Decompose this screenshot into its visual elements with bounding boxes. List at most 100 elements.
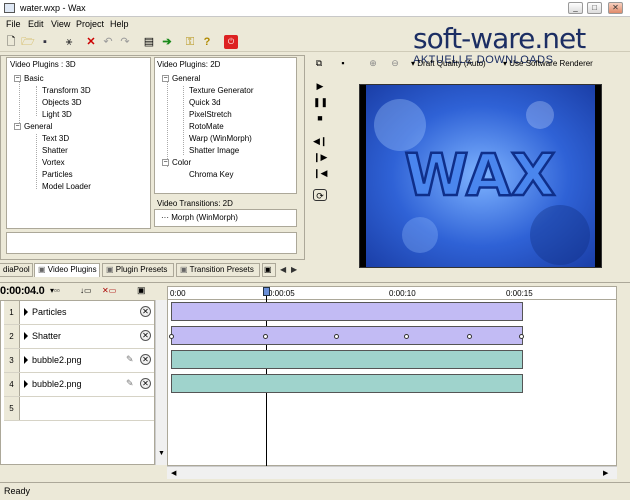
renderer-dropdown[interactable]: ▾ Use Software Renderer (503, 59, 593, 68)
zoom-in-icon[interactable]: ⊕ (367, 57, 379, 69)
key-icon[interactable]: ⚿ (183, 35, 197, 49)
tree-group-color[interactable]: − Color (162, 157, 191, 169)
scroll-left-icon[interactable]: ◀ (171, 469, 176, 477)
collapse-icon[interactable]: − (162, 159, 169, 167)
menu-project[interactable]: Project (76, 19, 104, 29)
track-row[interactable]: 2 Shatter ✕ (4, 325, 154, 349)
tree-item[interactable]: PixelStretch (189, 109, 232, 121)
clip-shatter[interactable] (169, 326, 524, 345)
tree-item[interactable]: Model Loader (42, 181, 91, 193)
tree-group-general-2d[interactable]: − General (162, 73, 200, 85)
maximize-button[interactable]: □ (587, 2, 602, 14)
keyframe[interactable] (263, 334, 268, 339)
collapse-icon[interactable]: − (162, 75, 169, 83)
tree-item[interactable]: RotoMate (189, 121, 224, 133)
tree-item[interactable]: Light 3D (42, 109, 72, 121)
tab-more-icon[interactable]: ▣ (262, 263, 276, 277)
track-row[interactable]: 5 (4, 397, 154, 421)
timeline-horizontal-scrollbar[interactable]: ◀ ▶ (167, 466, 617, 479)
remove-track-x-icon[interactable]: ✕ (140, 330, 151, 341)
tree-item[interactable]: Texture Generator (189, 85, 253, 97)
tab-scroll-right-icon[interactable]: ▶ (291, 265, 297, 274)
expand-arrow-icon[interactable] (24, 332, 28, 340)
quality-dropdown[interactable]: ▾ Draft Quality (Auto) (411, 59, 486, 68)
tree-item[interactable]: Vortex (42, 157, 65, 169)
delete-icon[interactable]: ✕ (84, 35, 98, 49)
expand-arrow-icon[interactable] (24, 308, 28, 316)
collapse-icon[interactable]: − (14, 123, 21, 131)
keyframe[interactable] (519, 334, 524, 339)
scroll-down-icon[interactable]: ▼ (158, 450, 165, 457)
tree-item[interactable]: Shatter (42, 145, 68, 157)
tree-item[interactable]: Chroma Key (189, 169, 233, 181)
tree-item[interactable]: Quick 3d (189, 97, 221, 109)
tree-item[interactable]: Warp (WinMorph) (189, 133, 252, 145)
step-back-icon[interactable]: ◀❙ (313, 135, 327, 147)
tree-item[interactable]: Objects 3D (42, 97, 82, 109)
clip-bubble2-b[interactable] (171, 374, 523, 393)
remove-track-icon[interactable]: ✕▭ (102, 286, 116, 295)
tree-item[interactable]: Shatter Image (189, 145, 239, 157)
tab-scroll-left-icon[interactable]: ◀ (280, 265, 286, 274)
track-row[interactable]: 4 bubble2.png ✎ ✕ (4, 373, 154, 397)
tree-item[interactable]: Text 3D (42, 133, 69, 145)
remove-track-x-icon[interactable]: ✕ (140, 354, 151, 365)
track-options-icon[interactable]: ▣ (137, 285, 146, 296)
save-icon[interactable]: ▪ (38, 35, 52, 49)
menu-help[interactable]: Help (110, 19, 129, 29)
pause-icon[interactable]: ❚❚ (313, 96, 328, 108)
tree-group-general[interactable]: − General (14, 121, 52, 133)
menu-edit[interactable]: Edit (28, 19, 44, 29)
remove-track-x-icon[interactable]: ✕ (140, 378, 151, 389)
add-track-icon[interactable]: ↓▭ (80, 286, 92, 295)
collapse-icon[interactable]: − (14, 75, 21, 83)
new-file-icon[interactable]: 🗋 (4, 35, 18, 49)
menu-file[interactable]: File (6, 19, 21, 29)
keyframe[interactable] (334, 334, 339, 339)
stop-icon[interactable]: ⏻ (224, 35, 238, 49)
edit-image-icon[interactable]: ✎ (126, 378, 134, 389)
loop-icon[interactable]: ⟳ (313, 189, 327, 201)
zoom-out-icon[interactable]: ⊖ (389, 57, 401, 69)
track-row[interactable]: 1 Particles ✕ (4, 301, 154, 325)
tree-item[interactable]: Particles (42, 169, 73, 181)
redo-icon[interactable]: ↷ (118, 35, 132, 49)
undo-icon[interactable]: ↶ (101, 35, 115, 49)
tab-video-plugins[interactable]: ▣ Video Plugins (34, 263, 100, 277)
play-icon[interactable]: ▶ (313, 80, 327, 92)
tab-transition-presets[interactable]: ▣ Transition Presets (176, 263, 260, 277)
expand-arrow-icon[interactable] (24, 356, 28, 364)
scroll-right-icon[interactable]: ▶ (603, 469, 608, 477)
tab-plugin-presets[interactable]: ▣ Plugin Presets (102, 263, 174, 277)
properties-icon[interactable]: ▤ (142, 35, 156, 49)
open-folder-icon[interactable]: 🗁 (21, 35, 35, 49)
expand-arrow-icon[interactable] (24, 380, 28, 388)
keyframe[interactable] (404, 334, 409, 339)
help-icon[interactable]: ? (200, 35, 214, 49)
tree-group-basic[interactable]: − Basic (14, 73, 44, 85)
wand-icon[interactable]: ⚹ (62, 35, 76, 49)
time-format-dropdown[interactable]: ▾▫▫ (50, 286, 60, 295)
export-arrow-icon[interactable]: ➔ (160, 35, 174, 49)
stop-icon[interactable]: ■ (313, 112, 327, 124)
remove-track-x-icon[interactable]: ✕ (140, 306, 151, 317)
clip-bubble2-a[interactable] (171, 350, 523, 369)
time-ruler[interactable]: 0:00 0:00:05 0:00:10 0:00:15 (168, 287, 616, 300)
tree-item[interactable]: ··· Morph (WinMorph) (161, 212, 238, 224)
timeline-vertical-scrollbar[interactable]: ▼ (155, 300, 167, 465)
clip-particles[interactable] (171, 302, 523, 321)
go-to-start-icon[interactable]: ❙◀ (313, 167, 327, 179)
keyframe[interactable] (467, 334, 472, 339)
copy-frame-icon[interactable]: ⧉ (313, 57, 325, 69)
menu-view[interactable]: View (51, 19, 70, 29)
track-row[interactable]: 3 bubble2.png ✎ ✕ (4, 349, 154, 373)
keyframe[interactable] (169, 334, 174, 339)
edit-image-icon[interactable]: ✎ (126, 354, 134, 365)
tab-mediapool[interactable]: diaPool (0, 263, 33, 277)
tree-item[interactable]: Transform 3D (42, 85, 91, 97)
minimize-button[interactable]: _ (568, 2, 583, 14)
playhead-handle[interactable] (263, 287, 270, 296)
close-button[interactable]: ✕ (608, 2, 623, 14)
step-forward-icon[interactable]: ❙▶ (313, 151, 327, 163)
save-frame-icon[interactable]: ▪ (337, 57, 349, 69)
